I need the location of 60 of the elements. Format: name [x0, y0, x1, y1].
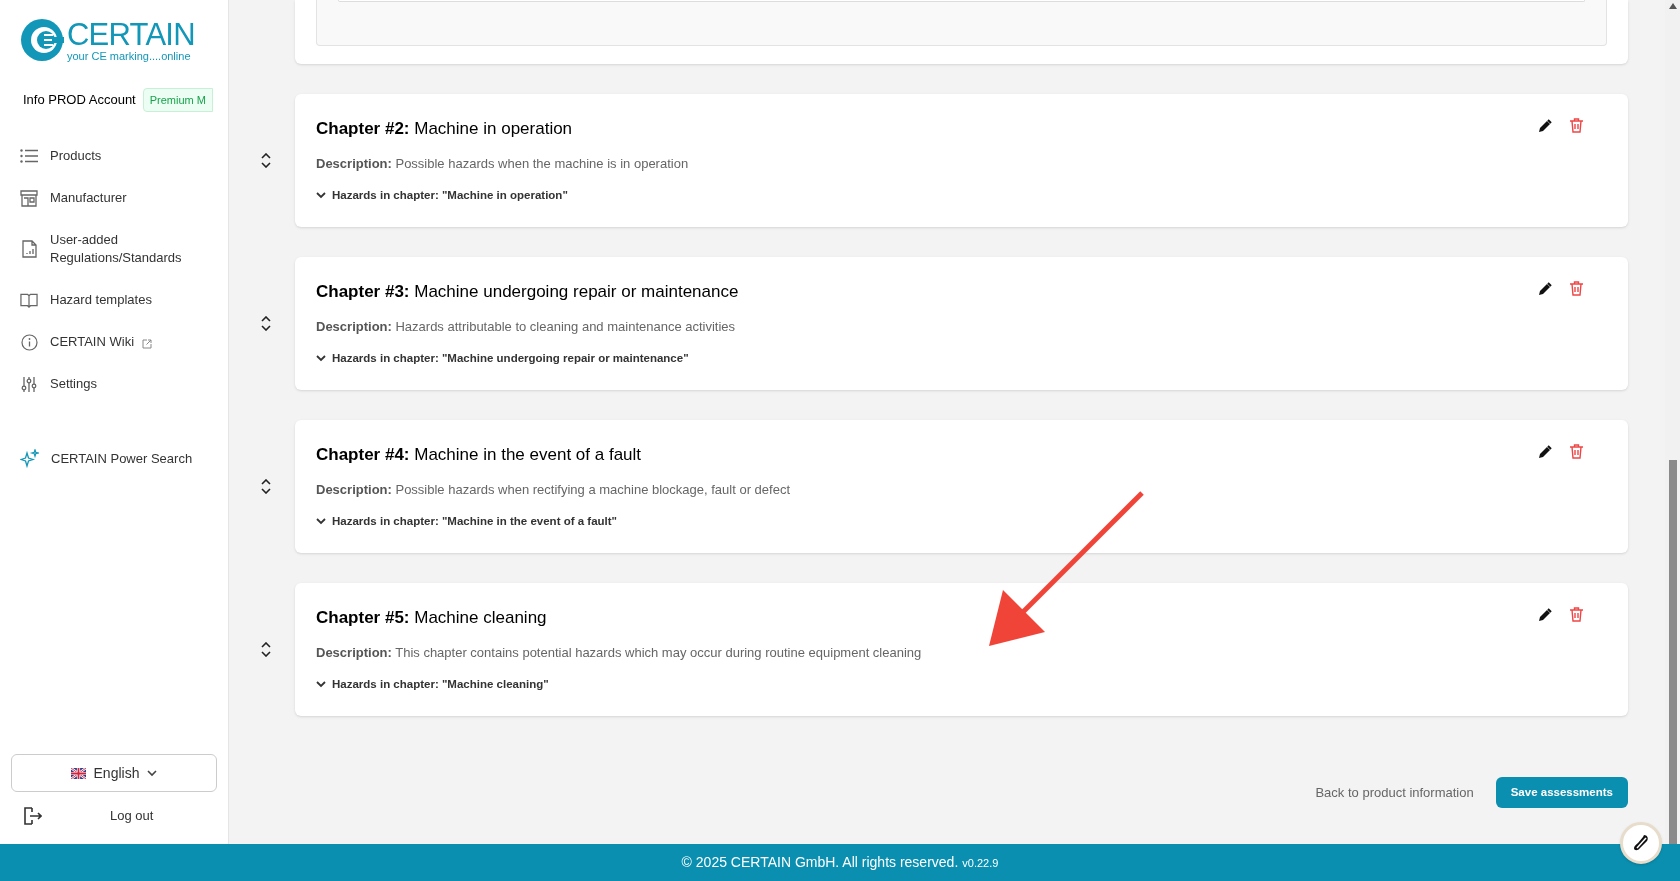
language-select[interactable]: English [11, 754, 217, 792]
edit-icon[interactable] [1538, 607, 1552, 622]
logout-icon[interactable] [23, 807, 42, 825]
hazards-toggle[interactable]: Hazards in chapter: "Machine in the event of a fault" [316, 513, 618, 531]
hazards-toggle[interactable]: Hazards in chapter: "Machine cleaning" [316, 676, 549, 694]
delete-icon[interactable] [1570, 118, 1583, 133]
info-icon [20, 333, 38, 351]
hazards-toggle[interactable]: Hazards in chapter: "Machine in operation" [316, 187, 568, 205]
back-link[interactable]: Back to product information [1315, 782, 1474, 803]
external-link-icon [142, 339, 153, 349]
edit-icon[interactable] [1538, 444, 1552, 459]
nav-item[interactable]: Manufacturer [0, 177, 228, 219]
reorder-handle-icon[interactable] [261, 479, 271, 494]
chapter-title: Chapter #5: Machine cleaning [316, 607, 547, 629]
chapter-title: Chapter #2: Machine in operation [316, 118, 573, 140]
nav-item[interactable]: Products [0, 135, 228, 177]
chat-widget-button[interactable] [1620, 822, 1662, 864]
chapter-title: Chapter #4: Machine in the event of a fault [316, 444, 642, 466]
flag-icon [70, 767, 86, 779]
edit-icon[interactable] [1538, 118, 1552, 133]
reorder-handle-icon[interactable] [261, 316, 271, 331]
book-icon [20, 292, 38, 308]
power-search-link[interactable]: CERTAIN Power Search [0, 449, 228, 469]
delete-icon[interactable] [1570, 607, 1583, 622]
delete-icon[interactable] [1570, 281, 1583, 296]
reorder-handle-icon[interactable] [261, 642, 271, 657]
chevron-down-icon [147, 769, 158, 777]
list-icon [20, 149, 38, 163]
account-name: Info PROD Account [23, 91, 136, 110]
nav-item[interactable]: CERTAIN Wiki [0, 321, 228, 363]
hazards-toggle[interactable]: Hazards in chapter: "Machine undergoing repair or maintenance" [316, 350, 689, 368]
chevron-down-icon [316, 518, 326, 526]
scroll-up-icon[interactable] [1668, 3, 1677, 9]
chapter-description: Description: Possible hazards when rectifying a machine blockage, fault or defect [316, 480, 791, 499]
chevron-down-icon [316, 681, 326, 689]
sliders-icon [21, 375, 37, 393]
logo-tagline: your CE marking....online [67, 50, 192, 62]
storefront-icon [20, 189, 38, 207]
chapter-title: Chapter #3: Machine undergoing repair or maintenance [316, 281, 739, 303]
version-text: v0.22.9 [962, 856, 999, 872]
nav-item[interactable]: User-added Regulations/Standards [0, 219, 228, 279]
chevron-down-icon [316, 355, 326, 363]
scrollbar-thumb[interactable] [1668, 460, 1677, 844]
chevron-down-icon [316, 192, 326, 200]
chapter-description: Description: This chapter contains potential hazards which may occur during routine equipment cleaning [316, 643, 923, 662]
plan-badge: Premium M [142, 87, 213, 113]
reorder-handle-icon[interactable] [261, 153, 271, 168]
nav-item[interactable]: Hazard templates [0, 279, 228, 321]
logout-link[interactable]: Log out [110, 806, 154, 826]
logo-icon [20, 18, 64, 62]
copyright-text: © 2025 CERTAIN GmbH. All rights reserved. [681, 853, 959, 872]
save-button[interactable]: Save assessments [1495, 777, 1628, 808]
delete-icon[interactable] [1570, 444, 1583, 459]
logo-wordmark: CERTAIN [67, 18, 195, 50]
document-chart-icon [21, 240, 37, 258]
nav-item[interactable]: Settings [0, 363, 228, 405]
chapter-description: Description: Possible hazards when the machine is in operation [316, 154, 690, 173]
sparkles-icon [20, 449, 39, 469]
chapter-description: Description: Hazards attributable to cleaning and maintenance activities [316, 317, 737, 336]
edit-icon[interactable] [1538, 281, 1552, 296]
